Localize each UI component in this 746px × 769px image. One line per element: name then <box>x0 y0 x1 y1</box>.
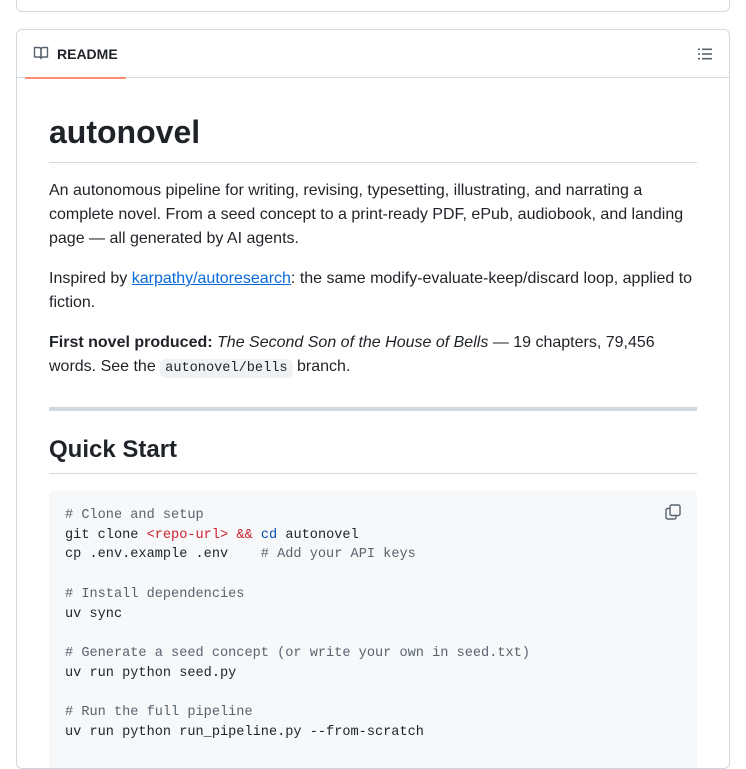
section-divider <box>49 407 697 411</box>
first-novel-suffix: branch. <box>292 358 351 375</box>
inspired-paragraph: Inspired by karpathy/autoresearch: the s… <box>49 267 697 315</box>
book-title: The Second Son of the House of Bells <box>217 334 489 351</box>
quick-start-heading: Quick Start <box>49 435 697 474</box>
code-text: uv run python run_pipeline.py --from-scr… <box>65 724 424 740</box>
readme-panel: README autonovel An autonomous pipeline … <box>16 29 730 769</box>
code-content: # Clone and setup git clone <repo-url> &… <box>65 506 681 742</box>
previous-panel <box>16 0 730 12</box>
code-comment: # Generate a seed concept (or write your… <box>65 645 530 661</box>
readme-tab[interactable]: README <box>25 30 126 79</box>
branch-code: autonovel/bells <box>160 359 293 378</box>
readme-header: README <box>17 30 729 79</box>
autoresearch-link[interactable]: karpathy/autoresearch <box>132 270 291 287</box>
code-text: uv sync <box>65 606 123 622</box>
code-text: cp .env.example .env <box>65 547 261 563</box>
code-comment: # Install dependencies <box>65 586 245 602</box>
code-comment: # Run the full pipeline <box>65 705 253 721</box>
readme-content: autonovel An autonomous pipeline for wri… <box>49 78 697 768</box>
code-operator: && <box>236 527 253 543</box>
code-comment: # Clone and setup <box>65 508 204 523</box>
list-unordered-icon[interactable] <box>697 46 713 62</box>
intro-paragraph: An autonomous pipeline for writing, revi… <box>49 182 684 247</box>
code-placeholder: <repo-url> <box>146 527 229 543</box>
page-title: autonovel <box>49 112 697 163</box>
code-comment: # Add your API keys <box>260 547 416 563</box>
code-block[interactable]: # Clone and setup git clone <repo-url> &… <box>49 490 697 768</box>
code-text: git clone <box>65 527 147 543</box>
code-builtin: cd <box>260 527 278 543</box>
code-text: uv run python seed.py <box>65 665 237 681</box>
readme-tab-label: README <box>57 46 118 62</box>
first-novel-label: First novel produced: <box>49 334 213 351</box>
copy-icon[interactable] <box>665 504 681 520</box>
code-text: autonovel <box>277 527 359 543</box>
inspired-prefix: Inspired by <box>49 270 132 287</box>
first-novel-paragraph: First novel produced: The Second Son of … <box>49 331 697 381</box>
book-icon <box>33 45 49 64</box>
